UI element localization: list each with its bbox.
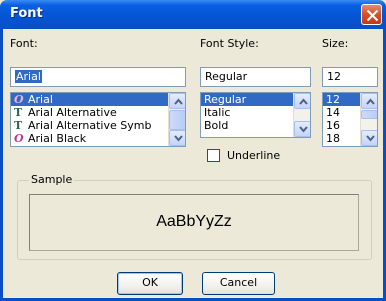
size-list-scrollbar[interactable] (360, 93, 377, 146)
scroll-up-button[interactable] (294, 93, 310, 109)
window-title: Font (10, 6, 43, 21)
size-list-items: 12 14 16 18 (323, 93, 360, 146)
font-style-list-item[interactable]: Bold (201, 119, 293, 132)
font-list-item-label: Arial (28, 93, 53, 106)
font-list[interactable]: O Arial T Arial Alternative T Arial Alternati… (10, 92, 186, 147)
underline-label: Underline (227, 149, 281, 162)
font-input-value: Arial (15, 70, 42, 83)
font-list-item[interactable]: O Arial Black (11, 132, 168, 145)
font-list-item-label: Arial Alternative Symb (28, 119, 152, 132)
size-list-item[interactable]: 14 (323, 106, 360, 119)
close-icon (366, 9, 379, 22)
chevron-up-icon (366, 98, 375, 105)
size-list-item[interactable]: 12 (323, 93, 360, 106)
underline-checkbox[interactable] (207, 149, 220, 162)
chevron-down-icon (299, 126, 308, 133)
scroll-down-button[interactable] (294, 121, 310, 137)
font-list-scrollbar[interactable] (168, 93, 185, 146)
dialog-body: Font: Arial O Arial T Arial Alternative T Ari… (0, 29, 386, 301)
scroll-up-button[interactable] (361, 93, 377, 109)
sample-legend: Sample (29, 173, 75, 186)
font-list-item-label: Arial Alternative (28, 106, 117, 119)
font-style-label: Font Style: (200, 37, 259, 50)
chevron-up-icon (174, 98, 183, 105)
title-bar[interactable]: Font (0, 0, 386, 29)
size-list-item[interactable]: 18 (323, 132, 360, 145)
font-list-item[interactable]: T Arial Alternative Symb (11, 119, 168, 132)
scroll-thumb[interactable] (361, 110, 377, 119)
font-list-item[interactable]: T Arial Alternative (11, 106, 168, 119)
font-style-input-value: Regular (205, 70, 248, 83)
font-input[interactable]: Arial (10, 67, 186, 87)
opentype-icon: O (14, 93, 24, 106)
font-label: Font: (10, 37, 38, 50)
chevron-down-icon (366, 135, 375, 142)
size-input-value: 12 (327, 70, 341, 83)
scroll-up-button[interactable] (169, 93, 185, 109)
close-button[interactable] (361, 4, 382, 25)
truetype-icon: T (14, 106, 23, 119)
font-style-list-item[interactable]: Regular (201, 93, 293, 106)
truetype-icon: T (14, 119, 23, 132)
scroll-down-button[interactable] (169, 130, 185, 146)
cancel-button[interactable]: Cancel (202, 272, 275, 295)
chevron-up-icon (299, 98, 308, 105)
size-list-item[interactable]: 16 (323, 119, 360, 132)
size-list[interactable]: 12 14 16 18 (322, 92, 378, 147)
scroll-thumb[interactable] (169, 110, 185, 130)
chevron-down-icon (174, 135, 183, 142)
sample-text: AaBbYyZz (156, 213, 232, 230)
size-input[interactable]: 12 (322, 67, 378, 87)
size-label: Size: (322, 37, 349, 50)
sample-preview: AaBbYyZz (29, 194, 359, 251)
font-list-item-label: Arial Black (28, 132, 87, 145)
scroll-down-button[interactable] (361, 130, 377, 146)
font-list-items: O Arial T Arial Alternative T Arial Alternati… (11, 93, 168, 146)
opentype-icon: O (14, 132, 24, 145)
font-style-list-item[interactable]: Italic (201, 106, 293, 119)
font-style-input[interactable]: Regular (200, 67, 311, 87)
font-style-list-items: Regular Italic Bold (201, 93, 293, 137)
ok-button[interactable]: OK (117, 272, 183, 295)
font-style-list[interactable]: Regular Italic Bold (200, 92, 311, 138)
font-list-item[interactable]: O Arial (11, 93, 168, 106)
font-style-scrollbar[interactable] (293, 93, 310, 137)
